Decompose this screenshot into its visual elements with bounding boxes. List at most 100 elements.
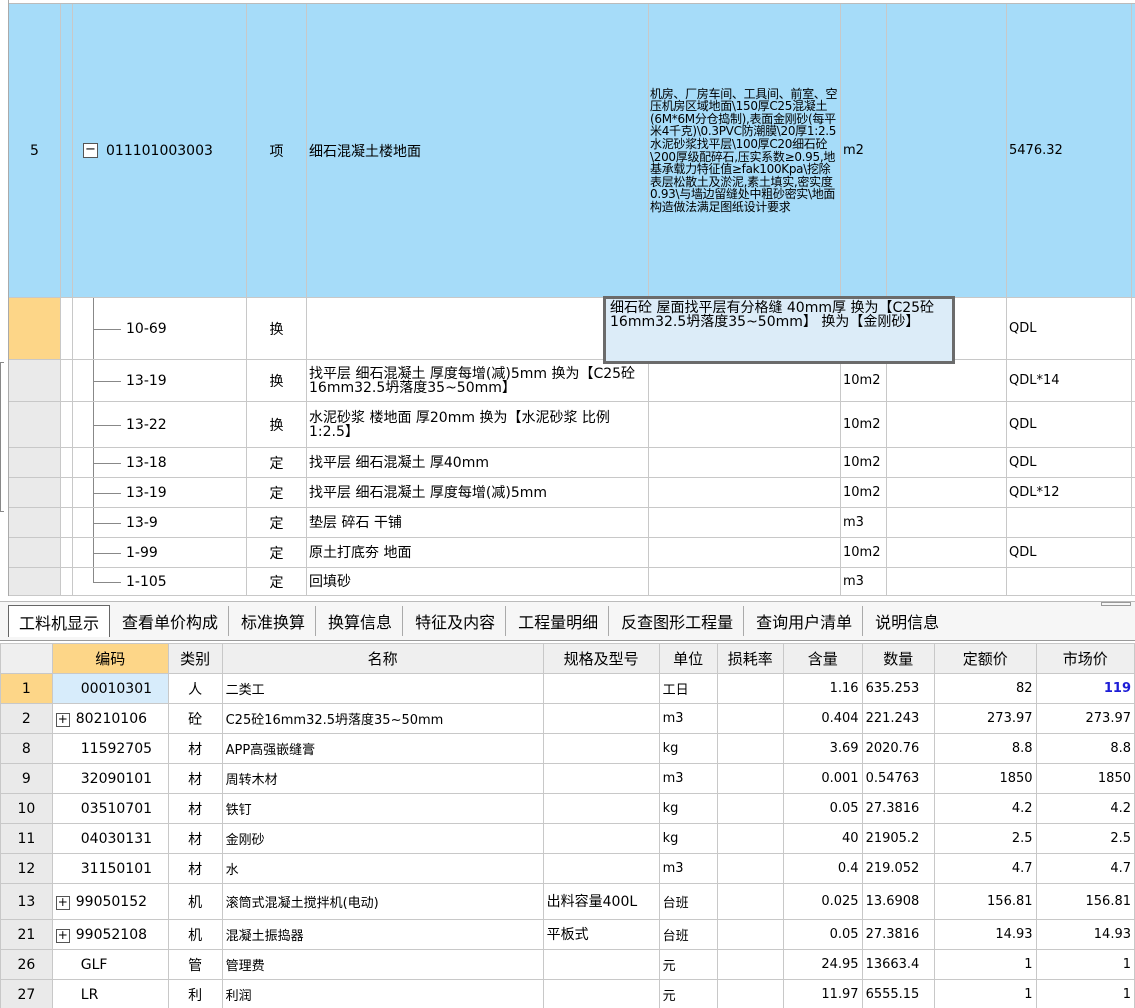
tab-description[interactable]: 说明信息 bbox=[865, 606, 949, 636]
material-market-price[interactable]: 1 bbox=[1035, 979, 1135, 1008]
quota-name[interactable]: 找平层 细石混凝土 厚度每增(减)5mm 换为【C25砼16mm32.5坍落度3… bbox=[307, 360, 649, 402]
tab-standard-conversion[interactable]: 标准换算 bbox=[231, 606, 317, 636]
quota-name[interactable]: 细石砼 屋面找平层有分格缝 40mm厚 换为【C25砼16mm32.5坍落度35… bbox=[307, 296, 955, 364]
material-content[interactable]: 0.404 bbox=[782, 703, 863, 734]
col-header-spec[interactable]: 规格及型号 bbox=[542, 643, 660, 674]
expand-icon[interactable]: + bbox=[55, 928, 70, 943]
material-loss[interactable] bbox=[716, 763, 784, 794]
material-code-cell[interactable]: 11592705 bbox=[51, 733, 169, 764]
quota-name[interactable]: 找平层 细石混凝土 厚40mm bbox=[307, 448, 649, 478]
material-code-cell[interactable]: 32090101 bbox=[51, 763, 169, 794]
tab-features[interactable]: 特征及内容 bbox=[405, 606, 507, 636]
quota-qty-expr[interactable]: QDL*14 bbox=[1007, 360, 1132, 402]
col-header-name[interactable]: 名称 bbox=[221, 643, 544, 674]
material-code-cell[interactable]: +99050152 bbox=[51, 883, 169, 920]
quota-row[interactable]: 13-18 定找平层 细石混凝土 厚40mm 10m2 QDL bbox=[9, 448, 1135, 478]
material-name[interactable]: 滚筒式混凝土搅拌机(电动) bbox=[221, 883, 544, 920]
material-content[interactable]: 3.69 bbox=[782, 733, 863, 764]
splitter-handle[interactable] bbox=[0, 362, 4, 512]
material-market-price[interactable]: 4.7 bbox=[1035, 853, 1135, 884]
tab-quantity-detail[interactable]: 工程量明细 bbox=[508, 606, 610, 636]
material-content[interactable]: 11.97 bbox=[782, 979, 863, 1008]
collapse-icon[interactable]: − bbox=[83, 143, 98, 158]
expand-icon[interactable]: + bbox=[55, 895, 70, 910]
material-market-price[interactable]: 8.8 bbox=[1035, 733, 1135, 764]
quota-row[interactable]: 1-99 定原土打底夯 地面 10m2 QDL bbox=[9, 538, 1135, 568]
material-code-cell[interactable]: 03510701 bbox=[51, 793, 169, 824]
material-loss[interactable] bbox=[716, 979, 784, 1008]
material-name[interactable]: 混凝土振捣器 bbox=[221, 919, 544, 950]
material-row[interactable]: 27 LR 利利润元 11.97 6555.15 1 1 bbox=[0, 979, 1135, 1008]
material-row[interactable]: 1 00010301 人二类工 工日 1.16 635.253 82 119 bbox=[0, 673, 1135, 704]
material-spec[interactable] bbox=[542, 853, 660, 884]
material-name[interactable]: 利润 bbox=[221, 979, 544, 1008]
material-market-price[interactable]: 14.93 bbox=[1035, 919, 1135, 950]
material-name[interactable]: 金刚砂 bbox=[221, 823, 544, 854]
quota-row[interactable]: 13-22 换水泥砂浆 楼地面 厚20mm 换为【水泥砂浆 比例 1:2.5】 10… bbox=[9, 402, 1135, 448]
material-market-price[interactable]: 273.97 bbox=[1035, 703, 1135, 734]
material-row[interactable]: 13 +99050152 机滚筒式混凝土搅拌机(电动) 出料容量400L 台班 0.025… bbox=[0, 883, 1135, 920]
col-header-quota-price[interactable]: 定额价 bbox=[934, 643, 1037, 674]
material-spec[interactable] bbox=[542, 823, 660, 854]
bill-features[interactable]: 机房、厂房车间、工具间、前室、空压机房区域地面\150厚C25混凝土(6M*6M… bbox=[649, 4, 841, 298]
quota-name[interactable]: 回填砂 bbox=[307, 568, 649, 596]
quota-qty-expr[interactable]: QDL bbox=[1007, 538, 1132, 568]
tab-unit-price[interactable]: 查看单价构成 bbox=[112, 606, 230, 636]
material-code-cell[interactable]: +80210106 bbox=[51, 703, 169, 734]
quota-qty-expr[interactable]: QDL bbox=[1007, 298, 1132, 360]
material-spec[interactable] bbox=[542, 793, 660, 824]
col-header-loss[interactable]: 损耗率 bbox=[716, 643, 784, 674]
quota-row[interactable]: 1-105 定回填砂 m3 bbox=[9, 568, 1135, 596]
material-loss[interactable] bbox=[716, 733, 784, 764]
expand-icon[interactable]: + bbox=[55, 712, 70, 727]
material-code-cell[interactable]: GLF bbox=[51, 949, 169, 980]
material-content[interactable]: 0.05 bbox=[782, 793, 863, 824]
material-code-cell[interactable]: 31150101 bbox=[51, 853, 169, 884]
material-row[interactable]: 11 04030131 材金刚砂 kg 40 21905.2 2.5 2.5 bbox=[0, 823, 1135, 854]
tab-conversion-info[interactable]: 换算信息 bbox=[318, 606, 404, 636]
col-header-unit[interactable]: 单位 bbox=[658, 643, 718, 674]
material-market-price[interactable]: 119 bbox=[1035, 673, 1135, 704]
material-content[interactable]: 40 bbox=[782, 823, 863, 854]
quota-qty-expr[interactable]: QDL bbox=[1007, 402, 1132, 448]
material-content[interactable]: 0.05 bbox=[782, 919, 863, 950]
quota-row[interactable]: 13-19 定找平层 细石混凝土 厚度每增(减)5mm 10m2 QDL*12 bbox=[9, 478, 1135, 508]
material-market-price[interactable]: 1 bbox=[1035, 949, 1135, 980]
quota-row[interactable]: 13-9 定垫层 碎石 干铺 m3 bbox=[9, 508, 1135, 538]
bill-row-main[interactable]: 5 − 011101003003 项 细石混凝土楼地面 机房、厂房车间、工具间、… bbox=[9, 4, 1135, 298]
material-code-cell[interactable]: 00010301 bbox=[51, 673, 169, 704]
quota-name[interactable]: 原土打底夯 地面 bbox=[307, 538, 649, 568]
tab-graphic-quantity[interactable]: 反查图形工程量 bbox=[611, 606, 745, 636]
material-spec[interactable]: 平板式 bbox=[542, 919, 660, 950]
material-code-cell[interactable]: LR bbox=[51, 979, 169, 1008]
col-header-category[interactable]: 类别 bbox=[167, 643, 223, 674]
material-market-price[interactable]: 2.5 bbox=[1035, 823, 1135, 854]
quota-qty-expr[interactable] bbox=[1007, 508, 1132, 538]
material-name[interactable]: 周转木材 bbox=[221, 763, 544, 794]
material-loss[interactable] bbox=[716, 919, 784, 950]
col-header-qty[interactable]: 数量 bbox=[861, 643, 936, 674]
material-spec[interactable] bbox=[542, 949, 660, 980]
material-spec[interactable] bbox=[542, 733, 660, 764]
tab-user-list[interactable]: 查询用户清单 bbox=[746, 606, 864, 636]
quota-name-editor[interactable]: 细石砼 屋面找平层有分格缝 40mm厚 换为【C25砼16mm32.5坍落度35… bbox=[603, 296, 955, 364]
material-content[interactable]: 24.95 bbox=[782, 949, 863, 980]
quota-qty-expr[interactable]: QDL bbox=[1007, 448, 1132, 478]
material-row[interactable]: 8 11592705 材 APP高强嵌缝膏 kg 3.69 2020.76 8.8 8.8 bbox=[0, 733, 1135, 764]
col-header-content[interactable]: 含量 bbox=[782, 643, 863, 674]
quota-name[interactable]: 水泥砂浆 楼地面 厚20mm 换为【水泥砂浆 比例 1:2.5】 bbox=[307, 402, 649, 448]
material-loss[interactable] bbox=[716, 673, 784, 704]
material-name[interactable]: 管理费 bbox=[221, 949, 544, 980]
material-market-price[interactable]: 1850 bbox=[1035, 763, 1135, 794]
material-row[interactable]: 10 03510701 材铁钉 kg 0.05 27.3816 4.2 4.2 bbox=[0, 793, 1135, 824]
material-spec[interactable]: 出料容量400L bbox=[542, 883, 660, 920]
material-row[interactable]: 9 32090101 材周转木材 m3 0.001 0.54763 1850 1850 bbox=[0, 763, 1135, 794]
material-row[interactable]: 21 +99052108 机混凝土振捣器 平板式 台班 0.05 27.3816 14.93 1… bbox=[0, 919, 1135, 950]
material-row[interactable]: 26 GLF 管管理费元 24.95 13663.4 1 1 bbox=[0, 949, 1135, 980]
material-name[interactable]: APP高强嵌缝膏 bbox=[221, 733, 544, 764]
tab-scroll-handle[interactable] bbox=[1101, 602, 1131, 606]
bill-name[interactable]: 细石混凝土楼地面 bbox=[307, 4, 649, 298]
quota-name[interactable]: 垫层 碎石 干铺 bbox=[307, 508, 649, 538]
quota-row[interactable]: 10-69 换 细石砼 屋面找平层有分格缝 40mm厚 换为【C25砼16mm32.… bbox=[9, 296, 1135, 364]
material-row[interactable]: 12 31150101 材水 m3 0.4 219.052 4.7 4.7 bbox=[0, 853, 1135, 884]
